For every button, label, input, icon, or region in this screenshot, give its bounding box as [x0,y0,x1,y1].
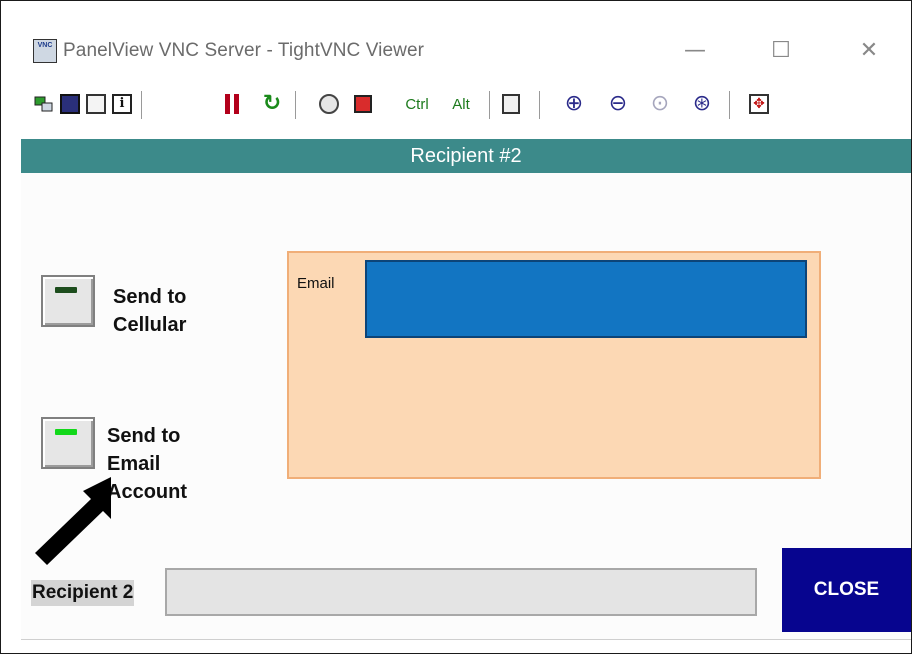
refresh-icon: ↻ [262,91,282,116]
toolbar-separator [141,91,142,119]
vnc-viewer-window: VNC PanelView VNC Server - TightVNC View… [0,0,912,654]
zoom-out-icon: ⊖ [608,91,628,116]
recipient-label: Recipient 2 [31,580,135,606]
toolbar-separator [489,91,490,119]
window-title: PanelView VNC Server - TightVNC Viewer [63,40,425,61]
email-label: Email [297,275,335,292]
clipboard-icon [502,94,520,114]
pause-icon [225,94,239,114]
send-to-cellular-label: Send to Cellular [113,283,186,339]
save-button[interactable] [59,92,81,116]
toolbar: i ↻ Ctrl Alt ⊕ ⊖ ⊙ ⊛ ✥ [1,85,911,125]
recipient-field[interactable] [165,568,757,616]
zoom-100-button[interactable]: ⊙ [647,92,673,116]
zoom-auto-icon: ⊛ [692,91,712,116]
screen-header: Recipient #2 [21,139,911,173]
zoom-auto-button[interactable]: ⊛ [689,92,715,116]
options-button[interactable] [317,92,341,116]
properties-icon [86,94,106,114]
maximize-button[interactable]: ☐ [765,37,797,65]
new-connection-button[interactable] [33,92,55,116]
fullscreen-button[interactable]: ✥ [747,92,771,116]
zoom-in-button[interactable]: ⊕ [561,92,587,116]
alt-key-button[interactable]: Alt [447,92,475,116]
close-button[interactable]: CLOSE [782,548,911,632]
zoom-in-icon: ⊕ [564,91,584,116]
arrow-pointer-icon [35,477,111,565]
info-button[interactable]: i [111,92,133,116]
title-bar: VNC PanelView VNC Server - TightVNC View… [1,1,911,81]
send-to-cellular-button[interactable] [41,275,95,327]
info-icon: i [112,94,132,114]
send-to-email-text: Send to Email Account [107,425,187,503]
connect-button[interactable] [351,92,375,116]
send-to-email-label: Send to Email Account [107,422,187,506]
alt-key-icon: Alt [452,95,470,113]
cellular-indicator-led [55,287,77,293]
minimize-icon: — [684,38,706,63]
options-icon [319,94,339,114]
new-connection-icon [34,96,53,112]
toolbar-separator [539,91,540,119]
send-to-email-button[interactable] [41,417,95,469]
zoom-100-icon: ⊙ [650,91,670,116]
close-icon: ✕ [859,38,879,63]
maximize-icon: ☐ [771,38,791,63]
email-indicator-led [55,429,77,435]
send-to-cellular-text: Send to Cellular [113,286,187,336]
email-field[interactable] [365,260,807,338]
toolbar-separator [729,91,730,119]
refresh-button[interactable]: ↻ [259,92,285,116]
vnc-app-icon: VNC [33,39,57,63]
clipboard-button[interactable] [499,92,523,116]
close-window-button[interactable]: ✕ [853,37,885,65]
pause-button[interactable] [221,92,243,116]
fullscreen-icon: ✥ [749,94,769,114]
ctrl-key-button[interactable]: Ctrl [401,92,433,116]
ctrl-key-icon: Ctrl [405,95,429,113]
connect-icon [354,95,372,113]
zoom-out-button[interactable]: ⊖ [605,92,631,116]
toolbar-separator [295,91,296,119]
save-icon [60,94,80,114]
minimize-button[interactable]: — [679,37,711,65]
bottom-divider [21,639,911,640]
properties-button[interactable] [85,92,107,116]
app-icon-text: VNC [37,42,53,49]
